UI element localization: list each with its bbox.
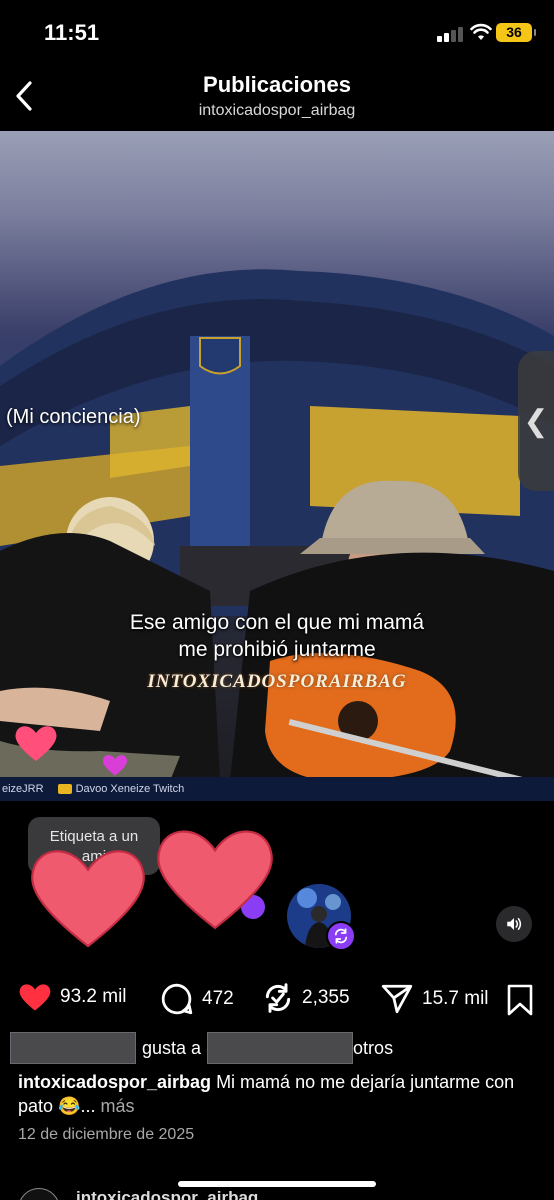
send-icon — [381, 984, 413, 1014]
heart-filled-icon — [19, 984, 51, 1011]
home-indicator[interactable] — [178, 1181, 376, 1187]
repost-badge — [326, 921, 356, 951]
comment-icon — [161, 983, 193, 1015]
status-time: 11:51 — [44, 20, 100, 45]
redacted-username — [10, 1032, 136, 1064]
repost-icon — [265, 983, 291, 1013]
stream-info-bar: eizeJRR Davoo Xeneize Twitch — [0, 777, 554, 801]
liked-by-line[interactable]: gusta a otros — [10, 1031, 550, 1065]
carousel-handle[interactable]: ❮ — [518, 351, 554, 491]
battery-indicator: 36 — [496, 23, 536, 42]
chevron-left-handle-icon: ❮ — [523, 404, 549, 438]
caption-username[interactable]: intoxicadospor_airbag — [18, 1072, 211, 1092]
comment-action[interactable]: 472 — [160, 982, 234, 1016]
page-title: Publicaciones — [203, 72, 351, 97]
small-heart-icon — [15, 726, 57, 761]
post-date: 12 de diciembre de 2025 — [18, 1126, 195, 1143]
share-action[interactable]: 15.7 mil — [380, 982, 489, 1016]
speaker-icon — [507, 918, 522, 930]
floating-heart-icon-2 — [157, 830, 273, 930]
liked-by-text-2: otros — [353, 1037, 394, 1058]
post-actions-bar: 93.2 mil 472 2,355 15.7 mil — [0, 972, 554, 1028]
cellular-signal-icon — [437, 26, 463, 42]
media-label-text: (Mi conciencia) — [6, 406, 141, 428]
post-caption[interactable]: intoxicadospor_airbag Mi mamá no me deja… — [18, 1070, 538, 1118]
stream-platform-icon — [57, 784, 72, 795]
status-bar: 11:51 36 — [0, 0, 554, 64]
page-subtitle-username[interactable]: intoxicadospor_airbag — [0, 102, 554, 120]
repost-action[interactable]: 2,355 — [262, 982, 350, 1014]
post-media[interactable]: (Mi conciencia) Ese amigo con el que mi … — [0, 131, 554, 801]
overlay-caption-line-2: me prohibió juntarme — [178, 638, 376, 661]
wifi-icon — [470, 23, 492, 40]
redacted-username-2 — [207, 1032, 354, 1064]
bookmark-icon — [507, 984, 533, 1016]
like-count: 93.2 mil — [60, 986, 127, 1007]
stream-handle-left: eizeJRR — [2, 783, 44, 795]
overlay-caption-line-1: Ese amigo con el que mi mamá — [129, 611, 425, 634]
caption-more-link[interactable]: más — [100, 1096, 134, 1116]
comment-count: 472 — [202, 988, 234, 1009]
save-button[interactable] — [506, 984, 534, 1021]
small-heart-icon-2 — [102, 755, 128, 776]
reel-overlay-area: Etiqueta a un ami — [0, 801, 554, 963]
repost-count: 2,355 — [302, 987, 350, 1008]
liked-by-text-1: gusta a — [142, 1037, 202, 1058]
header: Publicaciones intoxicadospor_airbag — [0, 64, 554, 132]
next-post-header[interactable]: intoxicadospor_airbag — [18, 1188, 538, 1200]
next-post-avatar[interactable] — [18, 1188, 60, 1200]
like-action[interactable]: 93.2 mil — [18, 982, 127, 1012]
stream-handle-right: Davoo Xeneize Twitch — [57, 783, 184, 795]
next-post-username[interactable]: intoxicadospor_airbag — [76, 1188, 258, 1200]
media-watermark: INTOXICADOSPORAIRBAG — [147, 671, 407, 692]
share-count: 15.7 mil — [422, 988, 489, 1009]
floating-heart-icon — [31, 850, 145, 948]
mute-toggle-button[interactable] — [496, 906, 532, 942]
repost-icon — [334, 928, 348, 944]
media-overlay-caption: Ese amigo con el que mi mamá me prohibió… — [0, 609, 554, 663]
